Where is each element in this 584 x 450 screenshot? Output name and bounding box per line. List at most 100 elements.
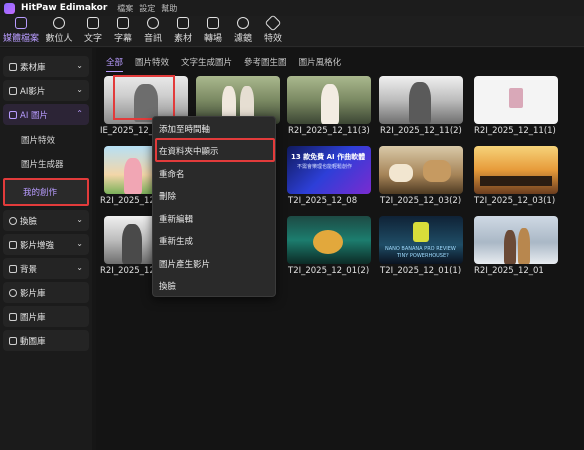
media-caption: R2I_2025_12_01 (474, 266, 544, 276)
menu-file[interactable]: 檔案 (117, 3, 133, 14)
chevron-down-icon: ⌄ (76, 239, 83, 248)
sidebar-item-background[interactable]: 背景 ⌄ (3, 258, 89, 279)
media-thumbnail[interactable] (474, 76, 558, 124)
tool-transition[interactable]: 轉場 (198, 15, 228, 46)
menu-settings[interactable]: 設定 (139, 3, 155, 14)
media-thumbnail[interactable] (379, 76, 463, 124)
tool-filter[interactable]: 濾鏡 (228, 15, 258, 46)
top-toolbar: 媒體檔案 數位人 文字 字幕 音訊 素材 轉場 濾鏡 特效 (0, 14, 584, 47)
media-caption: R2I_2025_12_11(2) (380, 126, 462, 136)
grid-icon (177, 17, 189, 29)
text-icon (87, 17, 99, 29)
sidebar-item-label: 換臉 (20, 216, 38, 227)
transition-icon (207, 17, 219, 29)
thumbnail-subtitle: 不需會樂理也能輕鬆創作 (297, 164, 353, 170)
sidebar-item-label: 動圖庫 (20, 336, 46, 347)
sidebar-item-asset-library[interactable]: 素材庫 ⌄ (3, 56, 89, 77)
video-icon (9, 86, 17, 95)
sidebar-item-label: AI 圖片 (20, 110, 49, 121)
tool-avatar[interactable]: 數位人 (40, 15, 78, 46)
media-thumbnail[interactable] (287, 76, 371, 124)
menu-regenerate[interactable]: 重新生成 (159, 235, 193, 247)
music-note-icon (147, 17, 159, 29)
chevron-up-icon: ⌃ (76, 109, 83, 118)
tool-media-label: 媒體檔案 (2, 34, 39, 44)
media-caption: T2I_2025_12_03(1) (474, 196, 556, 206)
sidebar-item-gif-library[interactable]: 動圖庫 (3, 330, 89, 351)
tool-subtitle-label: 字幕 (113, 34, 132, 44)
tab-text-to-image[interactable]: 文字生成圖片 (181, 56, 232, 72)
tool-transition-label: 轉場 (203, 34, 222, 44)
chevron-down-icon: ⌄ (76, 61, 83, 70)
menu-delete[interactable]: 刪除 (159, 190, 176, 202)
avatar-icon (53, 17, 65, 29)
sidebar-item-label: 圖片庫 (20, 312, 46, 323)
media-caption: R2I_2025_12_11(3) (288, 126, 370, 136)
menu-show-in-folder[interactable]: 在資料夾中顯示 (159, 145, 219, 157)
face-icon (9, 216, 17, 225)
tool-media[interactable]: 媒體檔案 (2, 15, 40, 46)
sidebar-item-image-library[interactable]: 圖片庫 (3, 306, 89, 327)
menu-face-swap[interactable]: 換臉 (159, 280, 176, 292)
subtitle-icon (117, 17, 129, 29)
sidebar-item-ai-video[interactable]: AI影片 ⌄ (3, 80, 89, 101)
menu-help[interactable]: 幫助 (161, 3, 177, 14)
sidebar-item-label: 背景 (20, 264, 38, 275)
tool-text-label: 文字 (83, 34, 102, 44)
chevron-down-icon: ⌄ (76, 263, 83, 272)
sparkle-icon (264, 14, 282, 32)
media-caption: T2I_2025_12_03(2) (380, 196, 462, 206)
sidebar-item-label: 影片庫 (20, 288, 46, 299)
picture-icon (9, 312, 17, 321)
enhance-icon (9, 240, 17, 249)
tool-assets[interactable]: 素材 (168, 15, 198, 46)
menu-re-edit[interactable]: 重新編輯 (159, 213, 193, 225)
tool-effects[interactable]: 特效 (258, 14, 288, 46)
tool-audio-label: 音訊 (143, 34, 162, 44)
media-thumbnail[interactable]: 13 款免費 AI 作曲軟體 不需會樂理也能輕鬆創作 (287, 146, 371, 194)
chevron-down-icon: ⌄ (76, 215, 83, 224)
menu-image-to-video[interactable]: 圖片產生影片 (159, 258, 210, 270)
sidebar-subitem-my-creations[interactable]: 我的創作 (3, 178, 89, 206)
sidebar-subitem-image-effects[interactable]: 圖片特效 (3, 128, 89, 152)
media-caption: T2I_2025_12_08 (288, 196, 358, 206)
tool-assets-label: 素材 (173, 34, 192, 44)
tab-all[interactable]: 全部 (106, 56, 124, 72)
context-menu: 添加至時間軸 在資料夾中顯示 重命名 刪除 重新編輯 重新生成 圖片產生影片 換… (152, 116, 276, 297)
media-thumbnail[interactable] (474, 216, 558, 264)
tool-effects-label: 特效 (263, 34, 282, 44)
media-thumbnail[interactable] (379, 146, 463, 194)
sidebar-item-video-library[interactable]: 影片庫 (3, 282, 89, 303)
tab-reference-image[interactable]: 參考圖生圖 (244, 56, 287, 72)
sidebar-item-ai-image[interactable]: AI 圖片 ⌃ (3, 104, 89, 125)
tab-image-stylize[interactable]: 圖片風格化 (299, 56, 342, 72)
sidebar-subitem-image-generator[interactable]: 圖片生成器 (3, 152, 89, 176)
sidebar-item-video-enhance[interactable]: 影片增強 ⌄ (3, 234, 89, 255)
tool-audio[interactable]: 音訊 (138, 15, 168, 46)
thumbnail-title: 13 款免費 AI 作曲軟體 (291, 153, 366, 161)
sidebar-item-label: 素材庫 (20, 62, 46, 73)
media-thumbnail[interactable] (287, 216, 371, 264)
media-thumbnail[interactable]: NANO BANANA PRO REVIEW TINY POWERHOUSE? (379, 216, 463, 264)
filter-icon (237, 17, 249, 29)
media-thumbnail[interactable] (474, 146, 558, 194)
sidebar-item-face-swap[interactable]: 換臉 ⌄ (3, 210, 89, 231)
media-icon (15, 17, 27, 29)
thumbnail-subtitle: TINY POWERHOUSE? (397, 253, 449, 259)
selection-frame (113, 75, 175, 120)
app-title: HitPaw Edimakor (21, 3, 108, 13)
media-caption: R2I_2025_12_11(1) (474, 126, 556, 136)
sidebar-item-label: 影片增強 (20, 240, 55, 251)
media-caption: T2I_2025_12_01(2) (288, 266, 370, 276)
tool-subtitle[interactable]: 字幕 (108, 15, 138, 46)
sidebar: 素材庫 ⌄ AI影片 ⌄ AI 圖片 ⌃ 圖片特效 圖片生成器 我的創作 換臉 … (0, 48, 92, 450)
gif-icon (9, 336, 17, 345)
library-icon (9, 62, 17, 71)
tab-image-effects[interactable]: 圖片特效 (135, 56, 169, 72)
sidebar-item-label: AI影片 (20, 86, 46, 97)
tool-avatar-label: 數位人 (45, 34, 73, 44)
menu-add-to-timeline[interactable]: 添加至時間軸 (159, 123, 210, 135)
title-bar: HitPaw Edimakor 檔案 設定 幫助 (0, 0, 584, 16)
menu-rename[interactable]: 重命名 (159, 168, 185, 180)
tool-text[interactable]: 文字 (78, 15, 108, 46)
